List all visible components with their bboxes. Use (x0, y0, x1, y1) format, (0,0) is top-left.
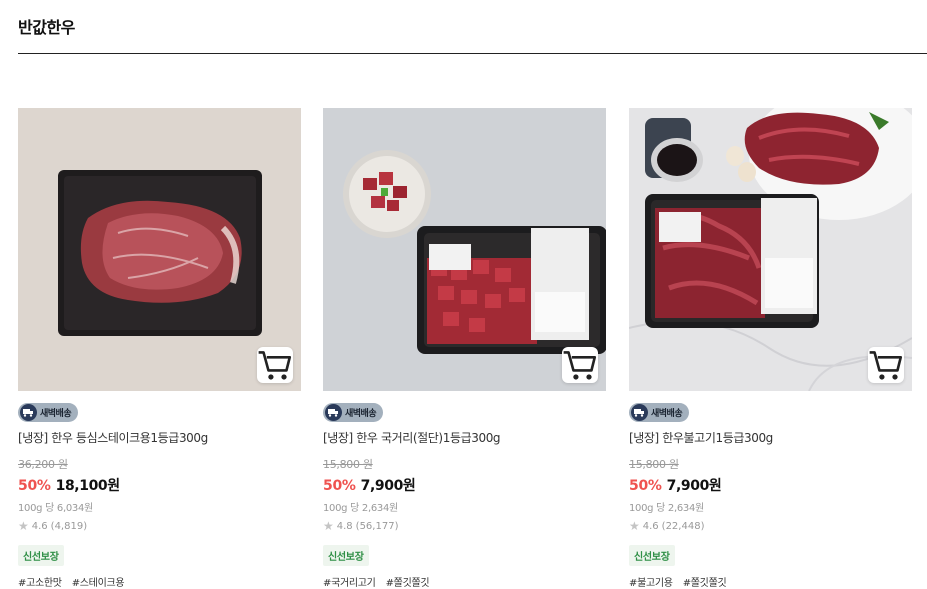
discount-rate: 50% (18, 478, 51, 494)
price-row: 50% 7,900원 (323, 475, 606, 495)
unit-price: 100g 당 2,634원 (323, 503, 398, 514)
product-image[interactable] (323, 108, 606, 391)
tag[interactable]: #고소한맛 (18, 578, 62, 589)
cart-icon (869, 350, 903, 380)
original-price: 15,800 원 (323, 458, 373, 471)
dawn-delivery-badge: 새벽배송 (629, 403, 690, 422)
rating-row: ★ 4.8 (56,177) (323, 519, 606, 533)
delivery-truck-icon (631, 404, 648, 421)
dawn-delivery-badge: 새벽배송 (18, 403, 79, 422)
original-price: 36,200 원 (18, 458, 68, 471)
star-icon: ★ (323, 519, 334, 533)
tag[interactable]: #국거리고기 (323, 578, 376, 589)
rating-row: ★ 4.6 (22,448) (629, 519, 912, 533)
delivery-truck-icon (20, 404, 37, 421)
product-name[interactable]: [냉장] 한우불고기1등급300g (629, 430, 912, 446)
sale-price: 18,100원 (55, 478, 121, 494)
add-to-cart-button[interactable] (562, 347, 598, 383)
rating-score: 4.6 (31, 520, 48, 532)
tag[interactable]: #쫄깃쫄깃 (683, 578, 727, 589)
add-to-cart-button[interactable] (257, 347, 293, 383)
tag[interactable]: #스테이크용 (72, 578, 125, 589)
discount-rate: 50% (323, 478, 356, 494)
star-icon: ★ (629, 519, 640, 533)
tag-list: #고소한맛 #스테이크용 (18, 574, 301, 589)
tag[interactable]: #쫄깃쫄깃 (386, 578, 430, 589)
product-card[interactable]: 새벽배송 [냉장] 한우 등심스테이크용1등급300g 36,200 원 50%… (18, 108, 301, 589)
rating-score: 4.8 (336, 520, 353, 532)
section-title: 반값한우 (18, 18, 75, 37)
cart-icon (563, 350, 597, 380)
tag-list: #국거리고기 #쫄깃쫄깃 (323, 574, 606, 589)
fresh-guarantee-badge: 신선보장 (629, 545, 675, 566)
rating-row: ★ 4.6 (4,819) (18, 519, 301, 533)
fresh-guarantee-badge: 신선보장 (323, 545, 369, 566)
product-image[interactable] (18, 108, 301, 391)
sale-price: 7,900원 (666, 478, 722, 494)
sale-price: 7,900원 (360, 478, 416, 494)
price-row: 50% 18,100원 (18, 475, 301, 495)
review-count: (4,819) (50, 520, 88, 532)
product-card[interactable]: 새벽배송 [냉장] 한우 국거리(절단)1등급300g 15,800 원 50%… (323, 108, 606, 589)
tag[interactable]: #불고기용 (629, 578, 673, 589)
tag-list: #불고기용 #쫄깃쫄깃 (629, 574, 912, 589)
product-name[interactable]: [냉장] 한우 등심스테이크용1등급300g (18, 430, 301, 446)
dawn-delivery-badge: 새벽배송 (323, 403, 384, 422)
unit-price: 100g 당 2,634원 (629, 503, 704, 514)
product-name[interactable]: [냉장] 한우 국거리(절단)1등급300g (323, 430, 606, 446)
discount-rate: 50% (629, 478, 662, 494)
original-price: 15,800 원 (629, 458, 679, 471)
unit-price: 100g 당 6,034원 (18, 503, 93, 514)
add-to-cart-button[interactable] (868, 347, 904, 383)
product-image[interactable] (629, 108, 912, 391)
product-card[interactable]: 새벽배송 [냉장] 한우불고기1등급300g 15,800 원 50% 7,90… (629, 108, 912, 589)
delivery-truck-icon (325, 404, 342, 421)
review-count: (22,448) (661, 520, 705, 532)
fresh-guarantee-badge: 신선보장 (18, 545, 64, 566)
review-count: (56,177) (355, 520, 399, 532)
rating-score: 4.6 (642, 520, 659, 532)
title-divider (18, 53, 927, 54)
price-row: 50% 7,900원 (629, 475, 912, 495)
cart-icon (258, 350, 292, 380)
delivery-label: 새벽배송 (651, 409, 683, 419)
delivery-label: 새벽배송 (40, 409, 72, 419)
delivery-label: 새벽배송 (345, 409, 377, 419)
star-icon: ★ (18, 519, 29, 533)
